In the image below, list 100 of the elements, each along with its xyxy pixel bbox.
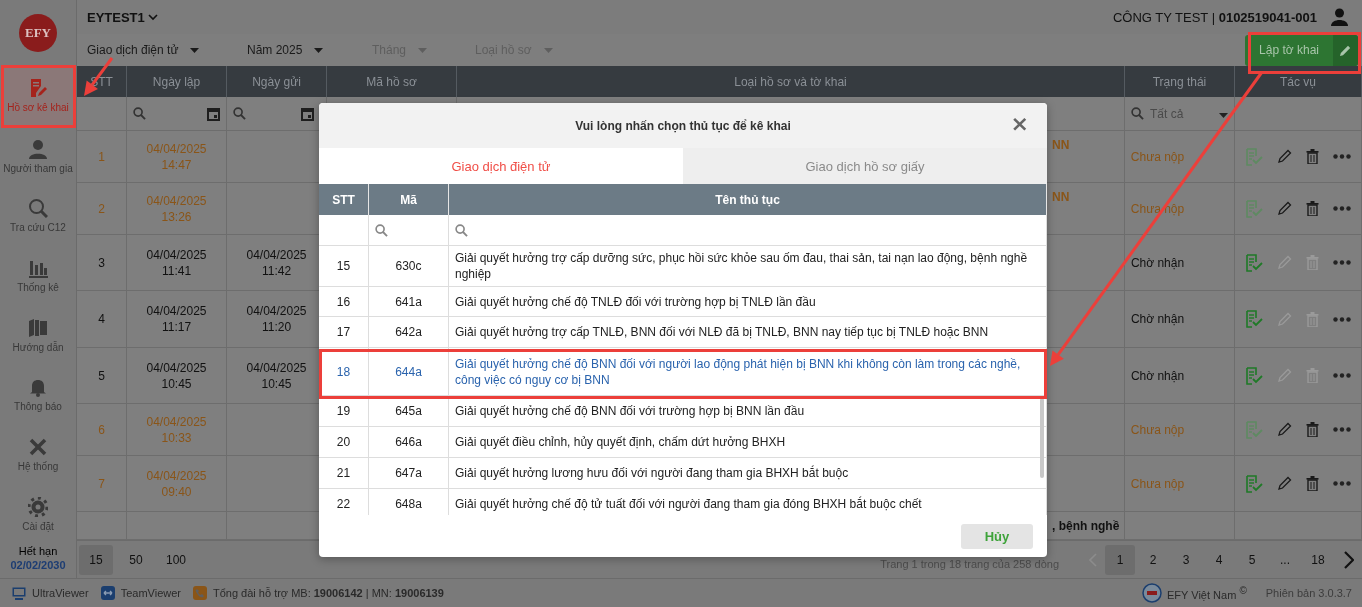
procedure-name[interactable]: Giải quyết hưởng chế độ tử tuất đối với người đang tham gia đóng BHXH bắt buộc chết (455, 496, 922, 512)
pencil-icon (1277, 311, 1292, 327)
table-cell: 04/04/2025 10:45 (127, 348, 227, 404)
search-icon (133, 107, 146, 120)
expiry-label: Hết hạn (17, 544, 59, 558)
table-cell[interactable]: 19 (336, 403, 351, 419)
sidebar-item[interactable]: Hướng dẫn (1, 305, 75, 366)
column-header: Mã (400, 192, 417, 207)
company-info: CÔNG TY TEST | 0102519041-001 (1112, 9, 1317, 25)
search-icon (1131, 107, 1144, 120)
table-cell[interactable]: 21 (336, 465, 351, 481)
procedure-name[interactable]: Giải quyết hưởng chế độ TNLĐ đối với trường hợp bị TNLĐ lần đầu (455, 293, 816, 310)
more-icon (1333, 206, 1351, 211)
dialog-title: Vui lòng nhấn chọn thủ tục để kê khai (575, 118, 791, 133)
status-cell: Chưa nộp (1125, 131, 1235, 183)
magnifier-icon (28, 198, 48, 219)
more-icon (1333, 154, 1351, 159)
tab[interactable]: Giao dịch hồ sơ giấy (683, 148, 1047, 184)
cancel-button[interactable]: Hủy (961, 523, 1033, 549)
document-check-icon (1245, 366, 1263, 385)
filter-dropdown[interactable]: Giao dịch điện tử (87, 43, 247, 57)
trash-icon (1306, 476, 1319, 491)
more-icon (1333, 373, 1351, 378)
procedure-name[interactable]: Giải quyết hưởng lương hưu đối với người đang tham gia BHXH bắt buộc (455, 465, 849, 481)
procedure-name[interactable]: Giải quyết hưởng chế độ BNN đối với người lao động phát hiện bị BNN khi không còn làm trong các nghề, công việc có nguy cơ bị BNN (455, 355, 1036, 388)
gear-icon (28, 496, 48, 517)
procedure-name[interactable]: Giải quyết điều chỉnh, hủy quyết định, chấm dứt hưởng BHXH (455, 434, 786, 450)
procedure-name[interactable]: Giải quyết hưởng trợ cấp dưỡng sức, phục hồi sức khỏe sau ốm đau, thai sản, tai nạn lao động, bệnh nghề nghiệp (455, 250, 1036, 282)
page-button[interactable]: ... (1270, 544, 1300, 575)
trash-icon (1306, 149, 1319, 164)
table-cell[interactable]: 18 (336, 363, 351, 380)
table-cell[interactable]: 641a (395, 293, 422, 310)
page-button[interactable]: 5 (1237, 544, 1267, 575)
table-cell[interactable]: 20 (336, 434, 351, 450)
table-cell[interactable]: 648a (395, 496, 422, 512)
more-icon (1333, 316, 1351, 322)
pencil-icon (1277, 149, 1292, 164)
caret-icon (1219, 112, 1228, 118)
scrollbar[interactable] (1040, 398, 1044, 478)
trash-icon (1306, 368, 1319, 383)
procedure-name[interactable]: Giải quyết hưởng chế độ BNN đối với trường hợp bị BNN lần đầu (455, 403, 805, 419)
search-icon (455, 223, 468, 237)
table-cell[interactable]: 630c (395, 258, 422, 274)
support-tool-label: TeamViewer (120, 587, 181, 599)
pencil-icon (1277, 476, 1292, 491)
table-cell[interactable]: 647a (395, 465, 422, 481)
filter-dropdown[interactable]: Năm 2025 (247, 43, 372, 57)
version-label: Phiên bản 3.0.3.7 (1265, 587, 1352, 599)
trash-icon (1306, 201, 1319, 216)
sidebar-item[interactable]: Người tham gia (1, 126, 75, 187)
table-cell: 6 (77, 404, 127, 456)
more-icon (1333, 260, 1351, 265)
create-declaration-button[interactable]: Lập tờ khai (1245, 34, 1358, 66)
page-size-option[interactable]: 15 (79, 544, 113, 575)
caret-icon (314, 47, 324, 53)
table-cell: 04/04/2025 11:17 (127, 291, 227, 348)
table-cell[interactable]: 17 (336, 324, 351, 340)
trash-icon (1306, 422, 1319, 437)
next-page-icon (1344, 550, 1354, 569)
account-selector[interactable]: EYTEST1 (87, 9, 158, 25)
caret-icon (418, 47, 428, 53)
page-button[interactable]: 2 (1138, 544, 1168, 575)
column-header: Ngày gửi (252, 74, 301, 89)
page-size-option[interactable]: 50 (119, 544, 153, 575)
page-button[interactable]: 18 (1303, 544, 1333, 575)
status-cell: Chưa nộp (1125, 456, 1235, 512)
table-cell[interactable]: 16 (336, 293, 351, 310)
table-cell[interactable]: 644a (395, 363, 422, 380)
page-button[interactable]: 3 (1171, 544, 1201, 575)
table-cell[interactable]: 646a (395, 434, 422, 450)
table-cell: 4 (77, 291, 127, 348)
search-field[interactable] (449, 215, 1047, 246)
sidebar-item[interactable]: Thống kê (1, 245, 75, 306)
table-cell[interactable]: 22 (336, 496, 351, 512)
procedure-name[interactable]: Giải quyết hưởng trợ cấp TNLĐ, BNN đối với NLĐ đã bị TNLĐ, BNN nay tiếp tục bị TNLĐ hoặc BNN (455, 324, 989, 340)
tools-icon (28, 437, 48, 458)
trash-icon (1306, 311, 1319, 327)
caret-icon (543, 47, 553, 53)
table-cell: 04/04/2025 10:33 (127, 404, 227, 456)
bell-icon (28, 377, 48, 398)
hotline-info: Tổng đài hỗ trợ MB: 19006142 | MN: 19006139 (213, 587, 444, 599)
document-check-icon (1245, 147, 1263, 166)
table-cell: 3 (77, 235, 127, 291)
column-header: Tên thủ tục (715, 192, 780, 207)
bar-chart-icon (28, 258, 48, 279)
pencil-icon (1277, 368, 1292, 383)
date-filter-field[interactable] (127, 97, 227, 131)
table-cell[interactable]: 645a (395, 403, 422, 419)
search-icon (233, 107, 246, 120)
sidebar-item[interactable]: Thông báo (1, 365, 75, 425)
sidebar-item[interactable]: Hệ thống (1, 424, 75, 485)
sidebar-item[interactable]: Tra cứu C12 (1, 186, 75, 246)
table-cell: 04/04/2025 14:47 (127, 131, 227, 183)
page-size-option[interactable]: 100 (159, 544, 193, 575)
table-cell[interactable]: 642a (395, 324, 422, 340)
page-button[interactable]: 1 (1105, 544, 1135, 575)
search-field[interactable] (369, 215, 449, 246)
page-button[interactable]: 4 (1204, 544, 1234, 575)
table-cell[interactable]: 15 (336, 258, 351, 274)
sidebar-item[interactable]: Cài đặt (1, 484, 75, 544)
